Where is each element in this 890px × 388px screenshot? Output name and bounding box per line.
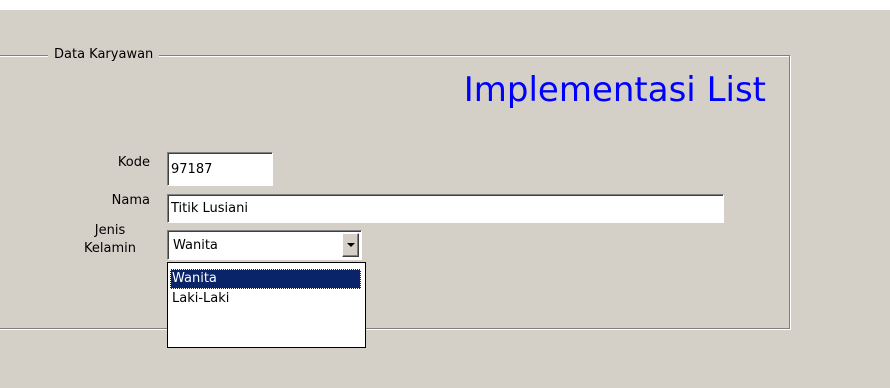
dropdown-option-wanita[interactable]: Wanita bbox=[170, 269, 361, 289]
jenis-kelamin-combobox[interactable]: Wanita bbox=[167, 230, 362, 260]
groupbox-legend: Data Karyawan bbox=[48, 46, 160, 64]
nama-input[interactable]: Titik Lusiani bbox=[167, 194, 724, 223]
combobox-dropdown-button[interactable] bbox=[342, 233, 359, 257]
page-title: Implementasi List bbox=[463, 70, 766, 110]
jenis-kelamin-label-text: Jenis Kelamin bbox=[84, 223, 136, 256]
dropdown-option-laki-laki[interactable]: Laki-Laki bbox=[170, 289, 361, 309]
kode-input[interactable]: 97187 bbox=[167, 152, 273, 186]
nama-label: Nama bbox=[111, 193, 150, 208]
combobox-selected-value: Wanita bbox=[173, 238, 218, 253]
kode-label: Kode bbox=[117, 155, 150, 170]
jenis-kelamin-dropdown-list: Wanita Laki-Laki bbox=[167, 262, 366, 348]
chevron-down-icon bbox=[347, 243, 355, 247]
jenis-kelamin-label: Jenis Kelamin bbox=[70, 222, 150, 258]
